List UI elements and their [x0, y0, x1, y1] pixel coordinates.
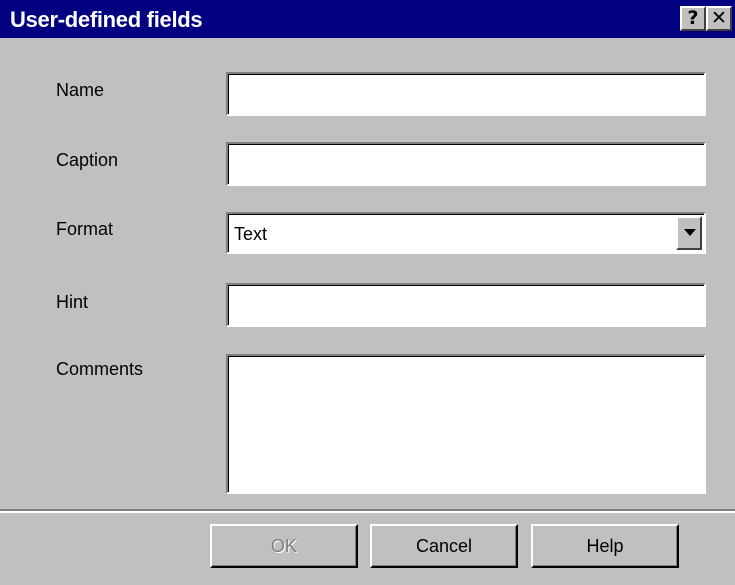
name-label: Name	[56, 80, 105, 100]
help-button-label: Help	[586, 536, 624, 556]
comments-field[interactable]	[226, 354, 706, 494]
user-defined-fields-dialog: User-defined fields ? ✕ Name Caption For…	[0, 0, 735, 585]
cancel-button-label: Cancel	[415, 536, 473, 556]
chevron-down-icon	[684, 229, 696, 236]
cancel-button[interactable]: Cancel	[370, 524, 518, 568]
dropdown-arrow-button[interactable]	[676, 216, 702, 250]
title-bar[interactable]: User-defined fields ? ✕	[0, 0, 735, 38]
format-selected-value: Text	[234, 224, 268, 244]
caption-label: Caption	[56, 150, 119, 170]
help-button[interactable]: Help	[531, 524, 679, 568]
ok-button-label: OK	[270, 536, 297, 556]
hint-field[interactable]	[226, 283, 706, 327]
window-title: User-defined fields	[10, 7, 203, 32]
hint-label: Hint	[56, 292, 89, 312]
help-icon[interactable]: ?	[680, 6, 706, 31]
format-label: Format	[56, 219, 114, 239]
format-dropdown[interactable]: Text	[226, 212, 706, 254]
button-bar-separator	[0, 509, 735, 513]
comments-label: Comments	[56, 359, 144, 379]
ok-button[interactable]: OK	[210, 524, 358, 568]
close-icon[interactable]: ✕	[706, 6, 732, 31]
name-field[interactable]	[226, 72, 706, 116]
caption-field[interactable]	[226, 142, 706, 186]
